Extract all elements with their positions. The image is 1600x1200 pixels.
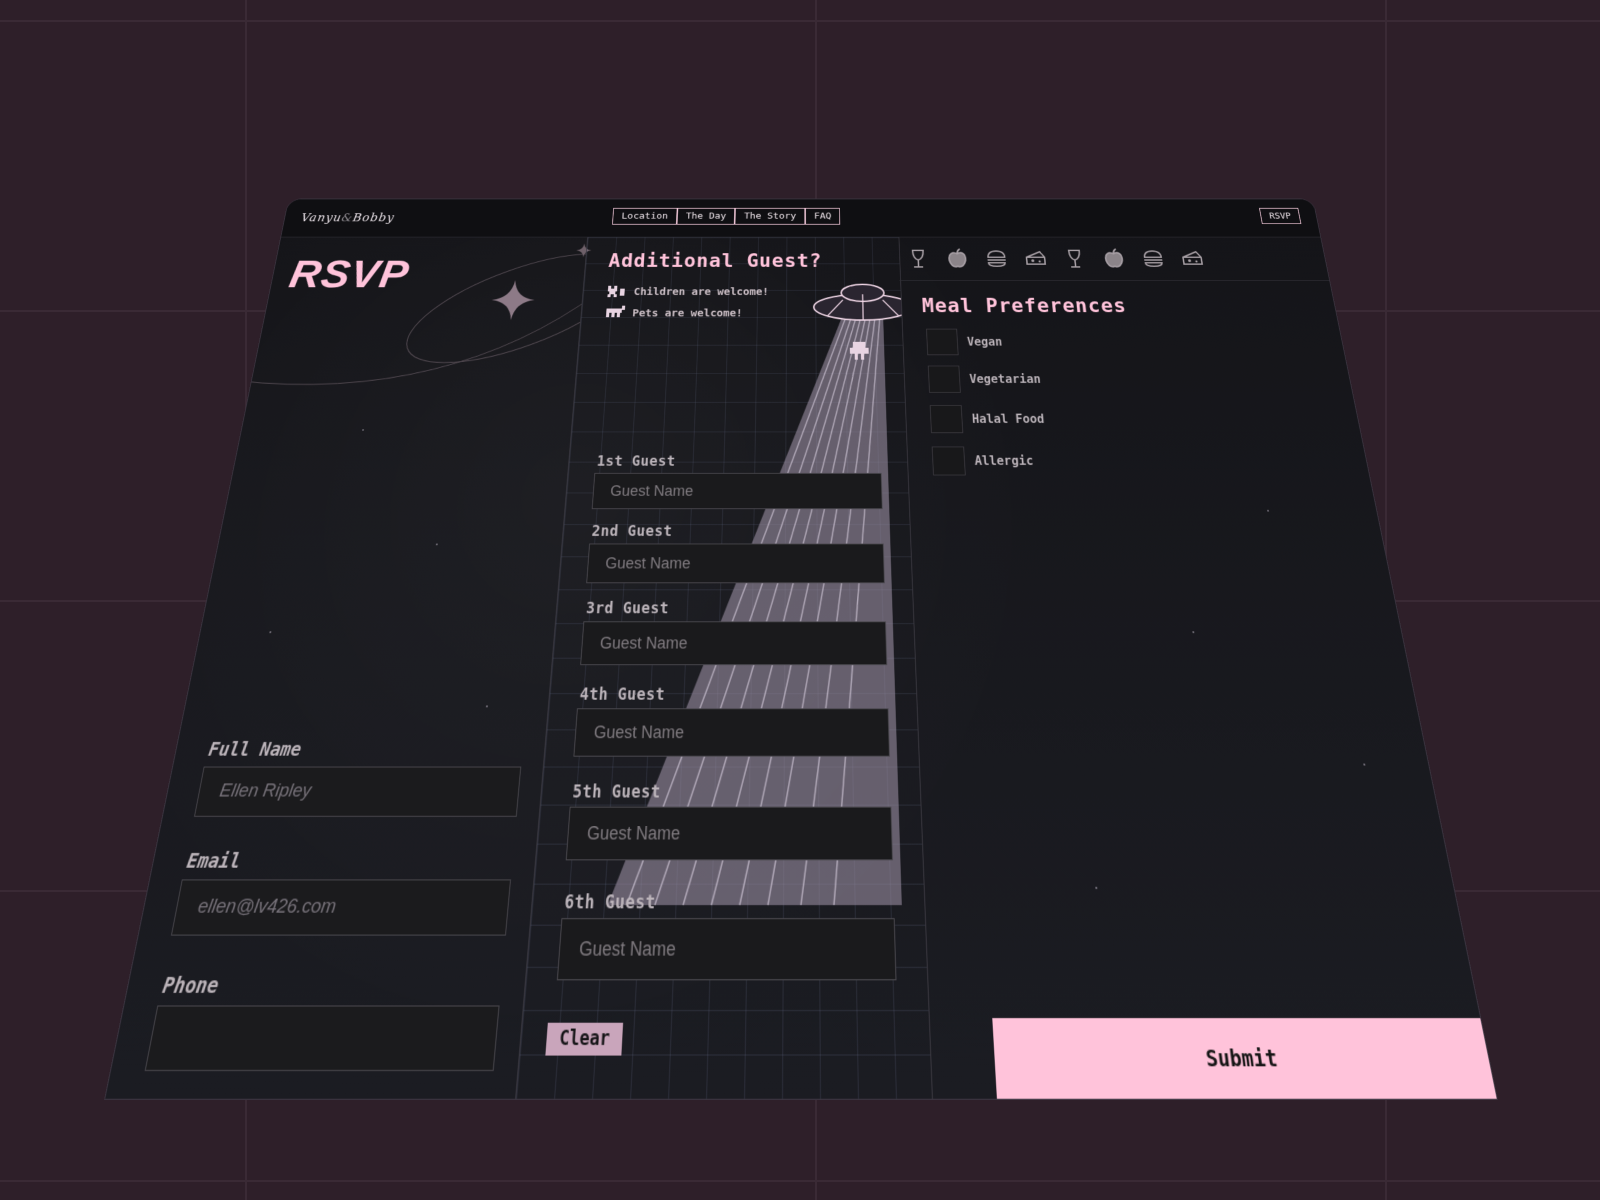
guest-6-label: 6th Guest bbox=[563, 892, 656, 914]
guest-5-label: 5th Guest bbox=[571, 782, 661, 803]
star-dot bbox=[1192, 631, 1195, 634]
vegan-label: Vegan bbox=[966, 335, 1003, 349]
meal-preferences-title: Meal Preferences bbox=[921, 295, 1128, 318]
meal-option-vegan[interactable]: Vegan bbox=[926, 328, 1003, 356]
stage: Vanyu&Bobby Location The Day The Story F… bbox=[0, 0, 1600, 1200]
guest-2-label: 2nd Guest bbox=[591, 523, 673, 541]
top-nav-bar: Vanyu&Bobby Location The Day The Story F… bbox=[281, 199, 1321, 238]
burger-icon bbox=[1140, 248, 1167, 270]
guest-3-label: 3rd Guest bbox=[585, 599, 670, 618]
full-name-input[interactable] bbox=[193, 766, 522, 817]
additional-guest-title: Additional Guest? bbox=[607, 251, 823, 272]
guest-1-label: 1st Guest bbox=[596, 453, 676, 470]
children-note-text: Children are welcome! bbox=[633, 286, 769, 298]
clear-button[interactable]: Clear bbox=[545, 1022, 624, 1056]
submit-button[interactable]: Submit bbox=[992, 1018, 1497, 1099]
wine-glass-icon bbox=[906, 248, 931, 270]
phone-label: Phone bbox=[160, 973, 221, 999]
rsvp-panel: Vanyu&Bobby Location The Day The Story F… bbox=[104, 198, 1498, 1101]
meal-column: Meal Preferences Vegan Vegetarian Halal … bbox=[897, 237, 1497, 1099]
guest-2-input[interactable] bbox=[586, 543, 885, 584]
brand-name-1: Vanyu bbox=[300, 211, 343, 224]
meal-option-halal[interactable]: Halal Food bbox=[929, 405, 1046, 434]
guest-6-input[interactable] bbox=[556, 918, 897, 981]
food-icon-strip bbox=[897, 237, 1330, 281]
phone-input[interactable] bbox=[144, 1005, 500, 1072]
vegan-checkbox[interactable] bbox=[926, 328, 959, 356]
meal-option-vegetarian[interactable]: Vegetarian bbox=[927, 365, 1042, 393]
pets-note: Pets are welcome! bbox=[604, 305, 743, 322]
vegetarian-checkbox[interactable] bbox=[927, 365, 961, 393]
meal-option-allergic[interactable]: Allergic bbox=[931, 446, 1035, 476]
email-input[interactable] bbox=[170, 879, 512, 936]
brand-name-2: Bobby bbox=[351, 211, 396, 224]
star-dot bbox=[1095, 886, 1098, 889]
nav-faq[interactable]: FAQ bbox=[805, 207, 841, 225]
full-name-label: Full Name bbox=[206, 739, 303, 761]
children-note: Children are welcome! bbox=[606, 284, 769, 300]
apple-icon bbox=[1101, 248, 1128, 270]
nav-location[interactable]: Location bbox=[612, 207, 678, 225]
allergic-label: Allergic bbox=[974, 453, 1034, 469]
brand-logo[interactable]: Vanyu&Bobby bbox=[300, 211, 395, 224]
wine-glass-icon bbox=[1062, 248, 1088, 270]
allergic-checkbox[interactable] bbox=[931, 446, 966, 476]
email-label: Email bbox=[184, 849, 243, 874]
vegetarian-label: Vegetarian bbox=[969, 372, 1042, 386]
rsvp-title: RSVP bbox=[285, 251, 413, 296]
star-dot bbox=[1267, 509, 1270, 512]
pet-pixel-icon bbox=[604, 305, 626, 322]
sparkle-icon bbox=[489, 280, 537, 321]
main-nav: Location The Day The Story FAQ bbox=[612, 207, 841, 225]
nav-the-day[interactable]: The Day bbox=[676, 207, 736, 225]
nav-the-story[interactable]: The Story bbox=[734, 207, 806, 225]
guest-4-input[interactable] bbox=[573, 708, 890, 757]
pets-note-text: Pets are welcome! bbox=[631, 307, 743, 320]
cheese-icon bbox=[1023, 248, 1049, 270]
halal-checkbox[interactable] bbox=[929, 405, 964, 434]
guest-3-input[interactable] bbox=[580, 621, 888, 666]
guest-1-input[interactable] bbox=[591, 472, 883, 510]
cheese-icon bbox=[1179, 248, 1206, 270]
guest-5-input[interactable] bbox=[565, 806, 893, 861]
contact-column: RSVP Full Name Email Phone bbox=[105, 237, 592, 1098]
guest-column: Additional Guest? Children are welcome! … bbox=[515, 237, 933, 1099]
guest-4-label: 4th Guest bbox=[579, 685, 666, 705]
child-pixel-icon bbox=[606, 284, 627, 300]
star-dot bbox=[1363, 763, 1366, 766]
apple-icon bbox=[945, 248, 970, 270]
nav-rsvp-button[interactable]: RSVP bbox=[1259, 207, 1302, 224]
halal-label: Halal Food bbox=[971, 412, 1045, 427]
burger-icon bbox=[984, 248, 1010, 270]
